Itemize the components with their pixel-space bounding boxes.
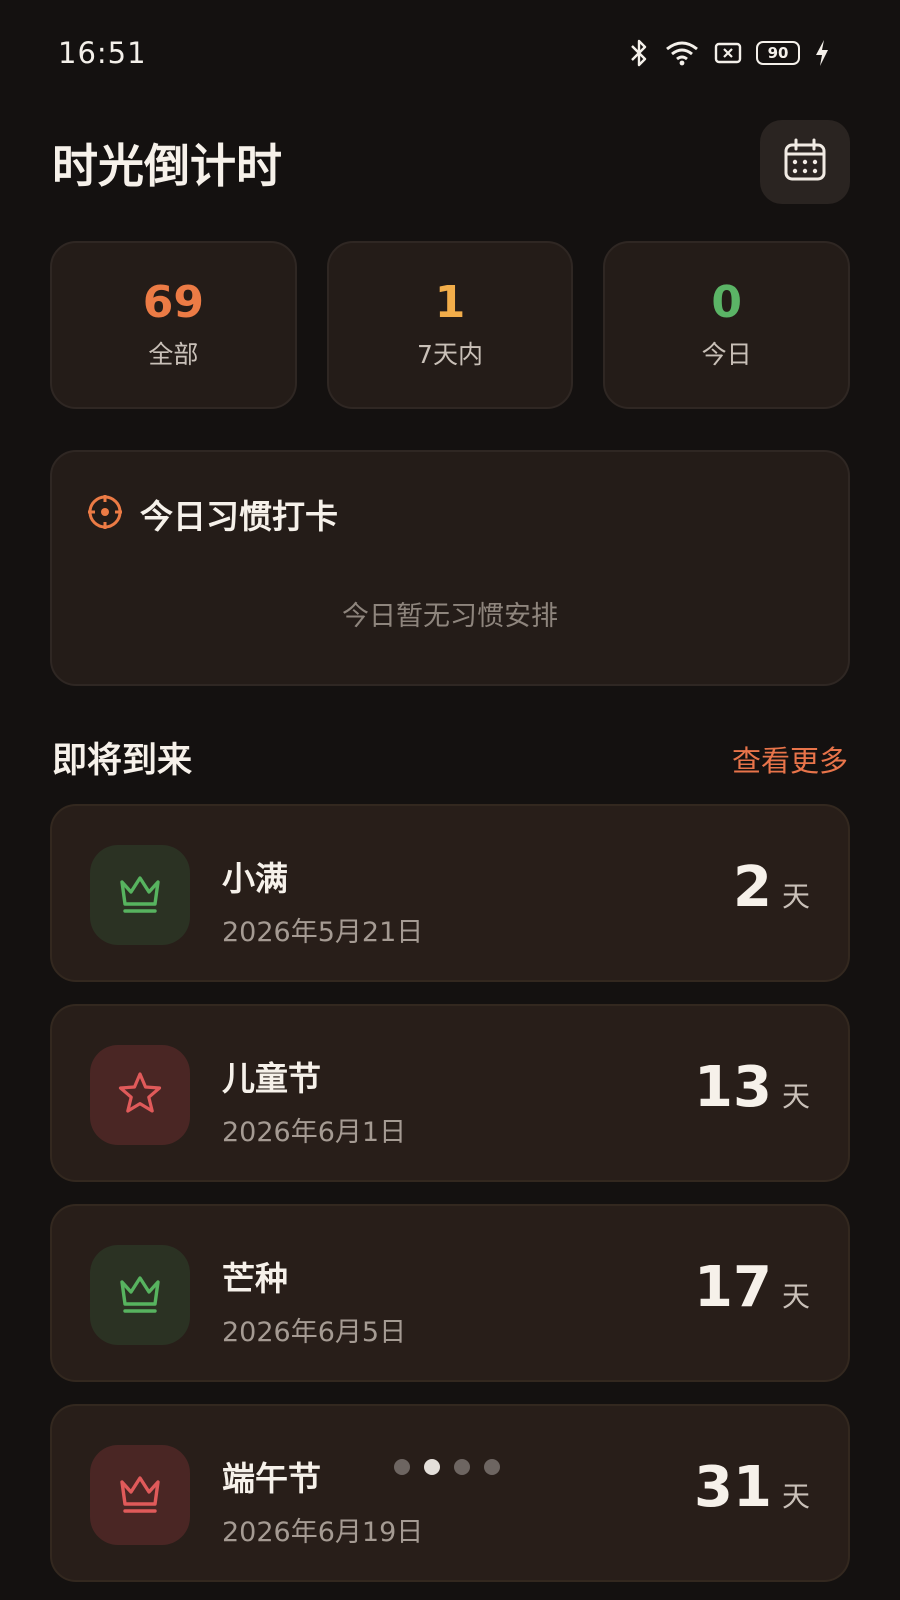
see-more-link[interactable]: 查看更多 [732, 738, 848, 780]
event-icon-box [90, 845, 190, 945]
event-days: 31 天 [694, 1460, 810, 1516]
status-bar: 16:51 90 [0, 0, 900, 108]
days-count: 13 [694, 1055, 772, 1120]
star-icon [116, 1070, 164, 1120]
bluetooth-icon [628, 38, 650, 68]
crown-icon [117, 1272, 163, 1318]
event-icon-box [90, 1245, 190, 1345]
event-card[interactable]: 儿童节 2026年6月1日 13 天 [50, 1004, 850, 1182]
days-unit: 天 [781, 1280, 810, 1313]
stat-value-all: 69 [142, 276, 204, 328]
stat-card-week[interactable]: 1 7天内 [326, 241, 574, 409]
event-icon-box [90, 1445, 190, 1545]
habit-header: 今日习惯打卡 [86, 490, 338, 538]
days-unit: 天 [781, 1480, 810, 1513]
page-dot[interactable] [394, 1459, 410, 1475]
event-days: 2 天 [733, 860, 810, 916]
status-time: 16:51 [58, 36, 147, 70]
event-card[interactable]: 芒种 2026年6月5日 17 天 [50, 1204, 850, 1382]
event-date: 2026年6月19日 [222, 1517, 424, 1548]
sim-icon [714, 41, 742, 65]
event-card[interactable]: 端午节 2026年6月19日 31 天 [50, 1404, 850, 1582]
page-dot[interactable] [484, 1459, 500, 1475]
habit-card[interactable]: 今日习惯打卡 今日暂无习惯安排 [50, 450, 850, 686]
event-name: 端午节 [222, 1459, 321, 1498]
page-dot[interactable] [424, 1459, 440, 1475]
stat-value-week: 1 [434, 276, 466, 328]
status-icons: 90 [628, 38, 830, 68]
wifi-icon [664, 39, 700, 67]
stat-label-all: 全部 [148, 340, 199, 370]
target-icon [86, 493, 124, 535]
event-name: 儿童节 [222, 1059, 321, 1098]
habit-title: 今日习惯打卡 [140, 497, 338, 536]
habit-empty-text: 今日暂无习惯安排 [342, 601, 558, 632]
stat-card-all[interactable]: 69 全部 [50, 241, 297, 409]
crown-icon [117, 1472, 163, 1518]
charging-icon [814, 39, 830, 67]
event-date: 2026年6月1日 [222, 1117, 407, 1148]
stats-row: 69 全部 1 7天内 0 今日 [50, 241, 851, 409]
battery-icon: 90 [756, 41, 800, 65]
stat-label-today: 今日 [701, 340, 752, 370]
stat-card-today[interactable]: 0 今日 [603, 241, 851, 409]
days-unit: 天 [781, 1080, 810, 1113]
event-name: 芒种 [222, 1259, 288, 1298]
event-days: 13 天 [694, 1060, 810, 1116]
event-date: 2026年5月21日 [222, 917, 424, 948]
event-days: 17 天 [694, 1260, 810, 1316]
crown-icon [117, 872, 163, 918]
event-icon-box [90, 1045, 190, 1145]
page-title: 时光倒计时 [52, 139, 282, 193]
days-count: 17 [694, 1255, 772, 1320]
days-unit: 天 [781, 880, 810, 913]
days-count: 2 [733, 855, 772, 920]
days-count: 31 [694, 1455, 772, 1520]
stat-label-week: 7天内 [417, 340, 483, 370]
stat-value-today: 0 [711, 276, 742, 328]
calendar-icon [783, 138, 827, 186]
page-dot[interactable] [454, 1459, 470, 1475]
page-indicator [394, 1459, 500, 1475]
event-list: 小满 2026年5月21日 2 天 儿童节 2026年6月1日 13 天 芒种 … [50, 804, 850, 1600]
upcoming-title: 即将到来 [52, 741, 193, 781]
event-card[interactable]: 小满 2026年5月21日 2 天 [50, 804, 850, 982]
calendar-button[interactable] [760, 120, 850, 204]
event-name: 小满 [222, 859, 288, 898]
event-date: 2026年6月5日 [222, 1317, 407, 1348]
